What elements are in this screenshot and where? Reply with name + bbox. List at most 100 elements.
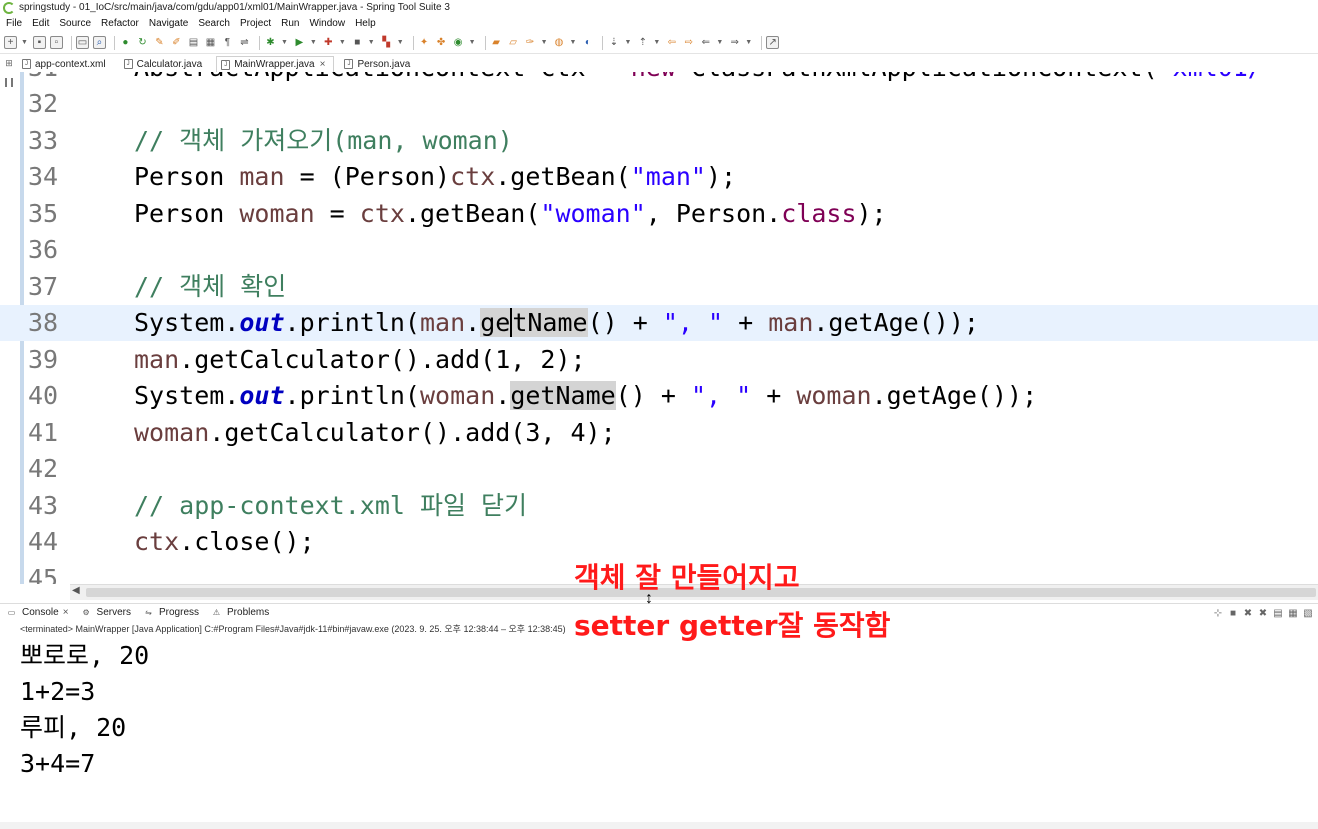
view-tab-progress[interactable]: ⇋ Progress: [137, 604, 205, 622]
last-edit-location-icon[interactable]: ⇦: [665, 36, 678, 49]
code-line[interactable]: 32: [0, 86, 1318, 122]
block-selection-icon[interactable]: ▦: [204, 36, 217, 49]
save-all-icon[interactable]: ▫: [49, 36, 63, 49]
debug-dropdown-icon[interactable]: ▼: [281, 39, 288, 46]
console-output[interactable]: 뽀로로, 20 1+2=3 루피, 20 3+4=7: [20, 638, 1310, 782]
new-java-package-icon[interactable]: ✦: [418, 36, 431, 49]
spring-boot-icon[interactable]: ●: [119, 36, 132, 49]
menu-refactor[interactable]: Refactor: [101, 18, 139, 29]
pin-icon[interactable]: ✎: [153, 36, 166, 49]
code-token: .close();: [179, 527, 315, 556]
view-tab-console[interactable]: ▭ Console ×: [0, 604, 75, 622]
open-type-icon[interactable]: ▰: [490, 36, 503, 49]
code-line[interactable]: 36: [0, 232, 1318, 268]
stop-icon[interactable]: ■: [351, 36, 364, 49]
view-tab-problems[interactable]: ⚠ Problems: [205, 604, 275, 622]
next-annotation-dropdown-icon[interactable]: ▼: [624, 39, 631, 46]
editor-tab-app-context-xml[interactable]: Japp-context.xml: [18, 56, 114, 72]
new-java-class-icon[interactable]: ✤: [435, 36, 448, 49]
debug-icon[interactable]: ✱: [264, 36, 277, 49]
code-line[interactable]: 44 ctx.close();: [0, 524, 1318, 560]
new-icon[interactable]: +: [4, 36, 17, 49]
menu-project[interactable]: Project: [240, 18, 271, 29]
open-console-icon[interactable]: ▧: [1302, 607, 1314, 619]
menu-file[interactable]: File: [6, 18, 22, 29]
menu-run[interactable]: Run: [281, 18, 299, 29]
menu-navigate[interactable]: Navigate: [149, 18, 188, 29]
code-line[interactable]: 40 System.out.println(woman.getName() + "…: [0, 378, 1318, 414]
new-dropdown-icon[interactable]: ▼: [21, 39, 28, 46]
code-line[interactable]: 34 Person man = (Person)ctx.getBean("man"…: [0, 159, 1318, 195]
code-line[interactable]: 37 // 객체 확인: [0, 269, 1318, 305]
editor-tab-person-java[interactable]: J Person.java: [340, 56, 418, 72]
new-spring-dropdown-icon[interactable]: ▼: [469, 39, 476, 46]
code-line[interactable]: 42: [0, 451, 1318, 487]
stop-dropdown-icon[interactable]: ▼: [368, 39, 375, 46]
word-wrap-icon[interactable]: ⇌: [238, 36, 251, 49]
new-spring-project-icon[interactable]: ◉: [452, 36, 465, 49]
line-number: 38: [28, 308, 59, 337]
line-number: 32: [28, 89, 59, 118]
code-line[interactable]: 33 // 객체 가져오기(man, woman): [0, 123, 1318, 159]
scroll-left-icon[interactable]: ◀: [72, 585, 80, 596]
show-whitespace-icon[interactable]: ¶: [221, 36, 234, 49]
menu-edit[interactable]: Edit: [32, 18, 49, 29]
close-tab-icon[interactable]: ×: [320, 59, 326, 70]
run-dropdown-icon[interactable]: ▼: [310, 39, 317, 46]
line-number: 36: [28, 235, 59, 264]
code-line[interactable]: 39 man.getCalculator().add(1, 2);: [0, 342, 1318, 378]
code-line[interactable]: 35 Person woman = ctx.getBean("woman", Pe…: [0, 196, 1318, 232]
menu-search[interactable]: Search: [198, 18, 230, 29]
code-text: // 객체 확인: [134, 269, 286, 305]
toggle-breadcrumb-icon[interactable]: ◍: [553, 36, 566, 49]
code-line[interactable]: 41 woman.getCalculator().add(3, 4);: [0, 415, 1318, 451]
open-perspective-icon[interactable]: ↗: [766, 36, 780, 49]
forward-dropdown-icon[interactable]: ▼: [745, 39, 752, 46]
forward-icon[interactable]: ⇒: [728, 36, 741, 49]
globe-icon[interactable]: ◐: [581, 36, 594, 49]
close-view-icon[interactable]: ×: [63, 607, 69, 618]
word-wrap-console-icon[interactable]: ▦: [1287, 607, 1299, 619]
server-dropdown-icon[interactable]: ▼: [397, 39, 404, 46]
package-explorer-icon[interactable]: ⊞: [0, 55, 18, 72]
back-dropdown-icon[interactable]: ▼: [716, 39, 723, 46]
editor-tab-mainwrapper-java[interactable]: J MainWrapper.java ×: [216, 56, 335, 72]
save-icon[interactable]: ▪: [32, 36, 46, 49]
previous-annotation-icon[interactable]: ⇡: [636, 36, 649, 49]
breadcrumb-dropdown-icon[interactable]: ▼: [570, 39, 577, 46]
code-token: "woman": [540, 198, 646, 228]
annotate-dropdown-icon[interactable]: ▼: [541, 39, 548, 46]
forward-history-icon[interactable]: ⇨: [682, 36, 695, 49]
remove-launch-icon[interactable]: ✖: [1242, 607, 1254, 619]
code-line[interactable]: 43 // app-context.xml 파일 닫기: [0, 488, 1318, 524]
code-line[interactable]: 38 System.out.println(man.getName() + ", …: [0, 305, 1318, 341]
search-icon[interactable]: ⌕: [92, 36, 106, 49]
console-view-icon[interactable]: ▭: [75, 36, 89, 49]
code-editor[interactable]: 31 AbstractApplicationContext ctx = new C…: [0, 72, 1318, 584]
toggle-mark-icon[interactable]: ✐: [170, 36, 183, 49]
previous-annotation-dropdown-icon[interactable]: ▼: [653, 39, 660, 46]
server-icon[interactable]: ▚: [380, 36, 393, 49]
menu-help[interactable]: Help: [355, 18, 376, 29]
menu-window[interactable]: Window: [309, 18, 345, 29]
code-token: = (Person): [284, 162, 451, 191]
pin-console-icon[interactable]: ⊹: [1212, 607, 1224, 619]
refresh-icon[interactable]: ↻: [136, 36, 149, 49]
external-tools-icon[interactable]: ✚: [322, 36, 335, 49]
view-tab-servers[interactable]: ⚙ Servers: [75, 604, 137, 622]
open-task-icon[interactable]: ▤: [187, 36, 200, 49]
annotate-icon[interactable]: ✑: [524, 36, 537, 49]
terminate-icon[interactable]: ■: [1227, 607, 1239, 619]
run-icon[interactable]: ▶: [293, 36, 306, 49]
external-tools-dropdown-icon[interactable]: ▼: [339, 39, 346, 46]
scroll-lock-icon[interactable]: ▤: [1272, 607, 1284, 619]
menu-source[interactable]: Source: [59, 18, 91, 29]
open-resource-icon[interactable]: ▱: [507, 36, 520, 49]
back-icon[interactable]: ⇐: [699, 36, 712, 49]
view-tab-label: Console: [22, 607, 59, 618]
remove-all-launches-icon[interactable]: ✖: [1257, 607, 1269, 619]
view-tab-label: Servers: [96, 607, 131, 618]
code-line[interactable]: 31 AbstractApplicationContext ctx = new C…: [0, 72, 1318, 86]
editor-tab-calculator-java[interactable]: J Calculator.java: [120, 56, 211, 72]
next-annotation-icon[interactable]: ⇣: [607, 36, 620, 49]
